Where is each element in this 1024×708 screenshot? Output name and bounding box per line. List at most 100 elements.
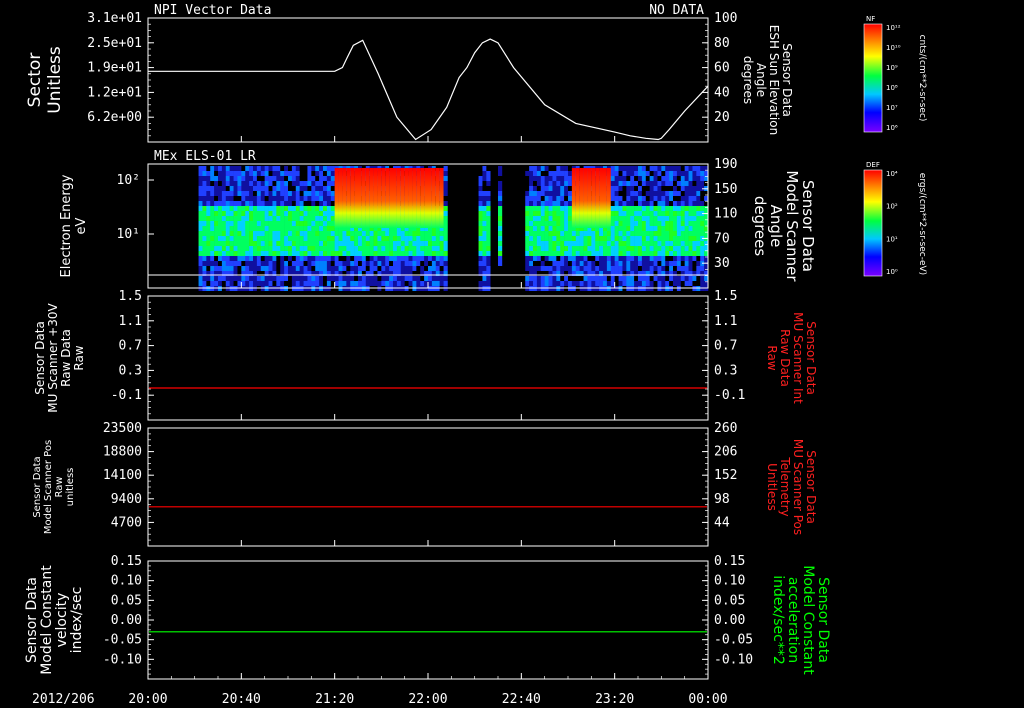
heatmap-cell	[307, 186, 312, 191]
heatmap-cell	[544, 201, 549, 206]
heatmap-cell	[408, 256, 413, 261]
heatmap-cell	[272, 256, 277, 261]
heatmap-cell	[268, 201, 273, 206]
heatmap-cell	[307, 256, 312, 261]
heatmap-cell	[198, 191, 203, 196]
heatmap-cell	[389, 281, 394, 286]
heatmap-cell	[614, 251, 619, 256]
heatmap-cell	[354, 276, 359, 281]
heatmap-cell	[676, 236, 682, 241]
heatmap-cell	[603, 246, 608, 251]
heatmap-cell	[536, 251, 542, 256]
heatmap-cell	[614, 181, 619, 186]
heatmap-cell	[525, 196, 530, 201]
heatmap-cell	[533, 171, 538, 176]
heatmap-cell	[634, 171, 639, 176]
heatmap-cell	[260, 166, 265, 171]
heatmap-cell	[568, 261, 573, 266]
heatmap-cell	[568, 186, 573, 191]
heatmap-cell	[498, 211, 503, 216]
heatmap-cell	[260, 191, 265, 196]
heatmap-cell	[249, 186, 254, 191]
heatmap-cell	[478, 216, 483, 221]
heatmap-cell	[428, 281, 433, 286]
heatmap-cell	[311, 206, 316, 211]
sun-elevation-line	[148, 38, 709, 141]
heatmap-cell	[268, 206, 273, 211]
heatmap-cell	[303, 166, 308, 171]
heatmap-cell	[544, 171, 549, 176]
heatmap-cell	[669, 181, 674, 186]
heatmap-cell	[245, 216, 250, 221]
heatmap-cell	[256, 251, 262, 256]
heatmap-cell	[622, 246, 627, 251]
heatmap-cell	[221, 181, 227, 186]
heatmap-cell	[692, 226, 697, 231]
heatmap-cell	[486, 241, 491, 246]
heatmap-cell	[256, 281, 262, 286]
heatmap-cell	[439, 266, 444, 271]
heatmap-cell	[218, 191, 223, 196]
heatmap-cell	[634, 201, 639, 206]
heatmap-cell	[221, 246, 227, 251]
heatmap-cell	[540, 236, 545, 241]
heatmap-cell	[536, 171, 542, 176]
heatmap-cell	[276, 281, 281, 286]
heatmap-cell	[606, 266, 612, 271]
heatmap-cell	[556, 246, 561, 251]
heatmap-cell	[544, 211, 549, 216]
heatmap-cell	[540, 171, 545, 176]
panel-npi-vector: NPI Vector Data NO DATA 3.1e+012.5e+011.…	[25, 3, 794, 143]
heatmap-cell	[443, 216, 448, 221]
heatmap-cell	[295, 266, 300, 271]
heatmap-cell	[673, 166, 678, 171]
panel5-ylabel-right: Sensor Data Model Constant acceleration …	[770, 565, 831, 675]
heatmap-cell	[560, 171, 565, 176]
heatmap-cell	[381, 281, 386, 286]
heatmap-cell	[288, 261, 293, 266]
heatmap-cell	[381, 236, 386, 241]
heatmap-cell	[330, 176, 335, 181]
heatmap-cell	[431, 261, 437, 266]
heatmap-cell	[225, 206, 230, 211]
heatmap-cell	[334, 256, 339, 261]
heatmap-cell	[614, 206, 619, 211]
heatmap-cell	[260, 221, 265, 226]
heatmap-cell	[253, 256, 258, 261]
heatmap-cell	[431, 281, 437, 286]
heatmap-cell	[478, 201, 483, 206]
heatmap-cell	[237, 181, 242, 186]
heatmap-cell	[264, 261, 269, 266]
heatmap-cell	[548, 166, 553, 171]
heatmap-cell	[237, 236, 242, 241]
heatmap-cell	[657, 246, 662, 251]
heatmap-cell	[552, 241, 557, 246]
heatmap-cell	[653, 266, 658, 271]
heatmap-cell	[350, 261, 355, 266]
heatmap-cell	[237, 256, 242, 261]
heatmap-cell	[696, 256, 701, 261]
heatmap-cell	[303, 266, 308, 271]
heatmap-cell	[478, 261, 483, 266]
heatmap-cell	[525, 181, 530, 186]
heatmap-cell	[498, 221, 503, 226]
heatmap-cell	[214, 276, 219, 281]
heatmap-hot-cell	[377, 168, 382, 228]
heatmap-cell	[369, 236, 374, 241]
heatmap-cell	[529, 226, 534, 231]
heatmap-cell	[568, 206, 573, 211]
heatmap-cell	[610, 276, 615, 281]
heatmap-cell	[393, 246, 398, 251]
heatmap-cell	[315, 216, 320, 221]
heatmap-cell	[214, 261, 219, 266]
heatmap-cell	[661, 196, 666, 201]
heatmap-cell	[548, 261, 553, 266]
heatmap-cell	[641, 221, 647, 226]
heatmap-cell	[661, 226, 666, 231]
time-tick-label: 20:40	[222, 692, 261, 707]
heatmap-cell	[295, 251, 300, 256]
heatmap-cell	[249, 231, 254, 236]
heatmap-cell	[684, 276, 689, 281]
time-tick-label: 23:20	[595, 692, 634, 707]
heatmap-cell	[202, 226, 207, 231]
